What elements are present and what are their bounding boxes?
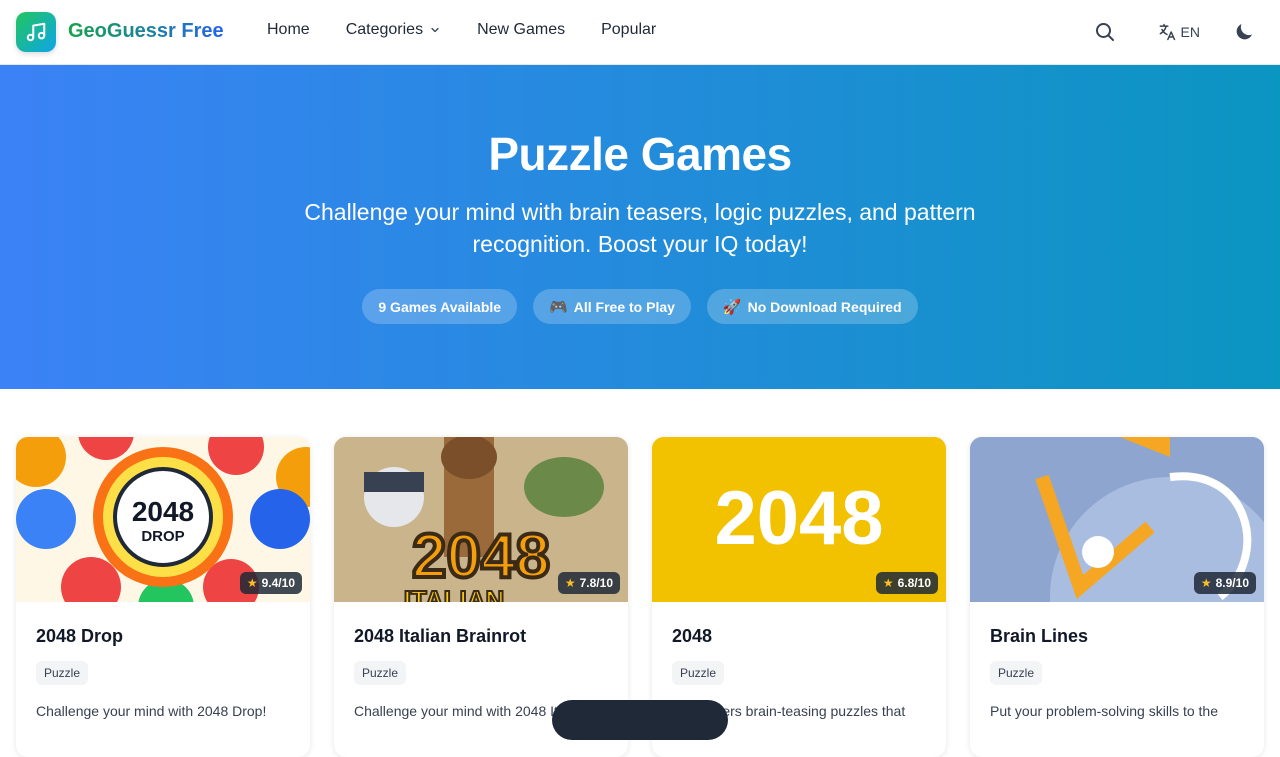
rating-value: 7.8/10 (579, 576, 613, 590)
category-tag[interactable]: Puzzle (36, 661, 89, 685)
svg-text:ITALIAN: ITALIAN (404, 585, 505, 602)
header-actions: EN (1093, 20, 1256, 44)
rating-value: 9.4/10 (261, 576, 295, 590)
no-download-label: No Download Required (747, 298, 902, 315)
nav-new-games-label: New Games (477, 21, 566, 38)
game-card[interactable]: ★ 8.9/10 Brain Lines Puzzle Put your prob… (970, 437, 1264, 757)
card-body: Brain Lines Puzzle Put your problem-solv… (970, 626, 1264, 721)
card-body: 2048 Drop Puzzle Challenge your mind wit… (16, 626, 310, 721)
game-title[interactable]: 2048 (672, 626, 926, 647)
game-description: Challenge your mind with 2048 Drop! (36, 703, 267, 719)
no-download-badge: 🚀 No Download Required (706, 289, 918, 324)
svg-text:DROP: DROP (141, 528, 184, 545)
rocket-icon: 🚀 (722, 298, 742, 316)
games-count-badge: 9 Games Available (362, 289, 518, 324)
free-play-label: All Free to Play (573, 298, 675, 315)
moon-icon[interactable] (1232, 20, 1256, 44)
svg-text:2048: 2048 (132, 496, 194, 527)
category-tag[interactable]: Puzzle (354, 661, 407, 685)
rating-badge: ★ 9.4/10 (239, 572, 302, 594)
category-tag[interactable]: Puzzle (990, 661, 1043, 685)
nav-home[interactable]: Home (267, 21, 310, 39)
free-play-badge: 🎮 All Free to Play (533, 289, 691, 324)
star-icon: ★ (564, 576, 576, 590)
hero-badges: 9 Games Available 🎮 All Free to Play 🚀 No … (0, 289, 1280, 324)
main-nav: Home Categories New Games Popular (267, 21, 692, 39)
game-title[interactable]: Brain Lines (990, 626, 1244, 647)
games-count-label: 9 Games Available (378, 298, 502, 315)
star-icon: ★ (1200, 576, 1212, 590)
rating-badge: ★ 6.8/10 (875, 572, 938, 594)
svg-text:2048: 2048 (714, 476, 883, 561)
category-tag[interactable]: Puzzle (672, 661, 725, 685)
hero-banner: Puzzle Games Challenge your mind with br… (0, 65, 1280, 389)
chevron-down-icon (431, 27, 439, 33)
game-description: Put your problem-solving skills to the (990, 703, 1218, 719)
nav-categories-label: Categories (345, 21, 424, 38)
rating-value: 6.8/10 (897, 576, 931, 590)
music-note-icon[interactable] (16, 12, 56, 52)
site-header: GeoGuessr Free Home Categories New Games… (0, 0, 1280, 65)
gamepad-icon: 🎮 (549, 298, 568, 316)
rating-badge: ★ 8.9/10 (1193, 572, 1256, 594)
star-icon: ★ (882, 576, 894, 590)
nav-popular[interactable]: Popular (601, 21, 656, 39)
rating-badge: ★ 7.8/10 (557, 572, 620, 594)
game-thumbnail[interactable]: 2048 DROP ★ 9.4/10 (16, 437, 310, 602)
game-title[interactable]: 2048 Italian Brainrot (354, 626, 608, 647)
game-thumbnail[interactable]: ★ 8.9/10 (970, 437, 1264, 602)
page-title: Puzzle Games (488, 128, 792, 180)
nav-categories[interactable]: Categories (346, 21, 441, 39)
brand-name[interactable]: GeoGuessr Free (68, 20, 224, 43)
game-thumbnail[interactable]: 2048 ★ 6.8/10 (652, 437, 946, 602)
nav-new-games[interactable]: New Games (477, 21, 565, 39)
game-title[interactable]: 2048 Drop (36, 626, 290, 647)
translate-icon (1159, 23, 1175, 41)
svg-text:2048: 2048 (412, 522, 550, 591)
language-code: EN (1180, 24, 1200, 40)
hero-subtitle: Challenge your mind with brain teasers, … (304, 199, 976, 257)
star-icon: ★ (246, 576, 258, 590)
nav-popular-label: Popular (601, 21, 657, 38)
search-icon[interactable] (1093, 20, 1117, 44)
game-card[interactable]: 2048 DROP ★ 9.4/10 2048 Drop Puzzle Chall… (16, 437, 310, 757)
rating-value: 8.9/10 (1215, 576, 1249, 590)
game-thumbnail[interactable]: 2048 ITALIAN ★ 7.8/10 (334, 437, 628, 602)
language-switcher[interactable]: EN (1157, 22, 1200, 42)
floating-toolbar[interactable] (552, 700, 728, 740)
nav-home-label: Home (267, 21, 310, 38)
